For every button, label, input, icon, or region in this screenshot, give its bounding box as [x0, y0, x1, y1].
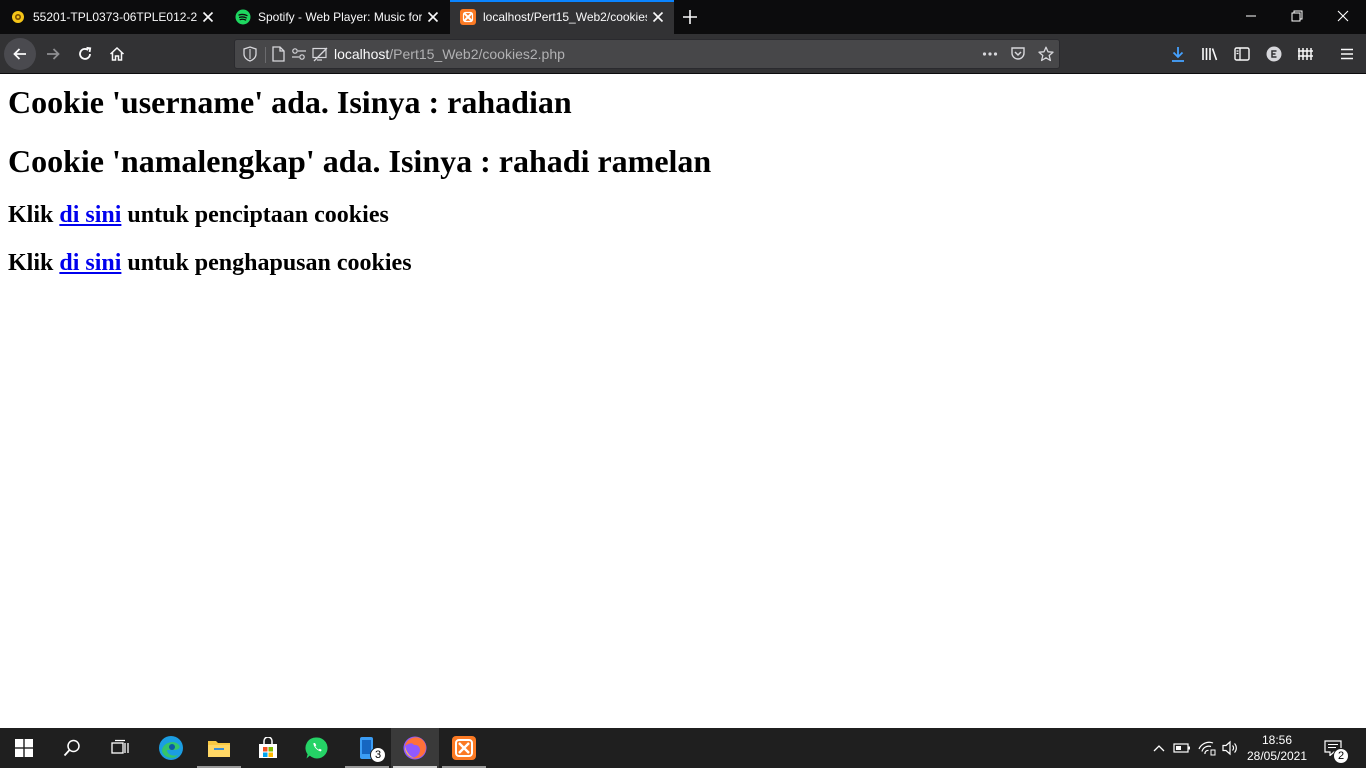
reload-button[interactable]	[69, 38, 101, 70]
create-cookies-line: Klik di sini untuk penciptaan cookies	[8, 201, 389, 229]
reload-icon	[79, 46, 92, 60]
tab-strip: 55201-TPL0373-06TPLE012-2021 Spotify - W…	[0, 0, 1366, 34]
tab-spotify[interactable]: Spotify - Web Player: Music for everyone	[225, 0, 449, 34]
extension-e-icon[interactable]	[1264, 44, 1284, 64]
hamburger-menu-icon[interactable]	[1337, 44, 1357, 64]
permissions-icon[interactable]	[291, 46, 307, 62]
url-text[interactable]: localhost/Pert15_Web2/cookies2.php	[334, 46, 565, 62]
delete-cookies-suffix: untuk penghapusan cookies	[121, 250, 412, 276]
search-button[interactable]	[48, 728, 96, 768]
home-icon	[109, 46, 125, 61]
navigation-toolbar: localhost/Pert15_Web2/cookies2.php	[0, 34, 1366, 74]
create-cookies-suffix: untuk penciptaan cookies	[121, 202, 389, 228]
page-content: Cookie 'username' ada. Isinya : rahadian…	[0, 74, 1366, 728]
cookie-username-heading: Cookie 'username' ada. Isinya : rahadian	[8, 84, 572, 120]
minimize-icon	[1246, 15, 1256, 17]
create-cookies-link[interactable]: di sini	[59, 202, 121, 228]
arrow-left-icon	[13, 48, 26, 60]
clock-date: 28/05/2021	[1246, 749, 1308, 763]
plus-icon	[683, 10, 697, 24]
pocket-icon[interactable]	[1010, 46, 1026, 62]
xampp-button[interactable]	[440, 728, 488, 768]
restore-button[interactable]	[1274, 0, 1320, 32]
phone-app-button[interactable]: 3	[343, 728, 391, 768]
tab-localhost[interactable]: localhost/Pert15_Web2/cookies2.php	[450, 0, 674, 34]
edge-button[interactable]	[147, 728, 195, 768]
xampp-icon	[452, 736, 476, 760]
close-tab-icon[interactable]	[650, 9, 666, 25]
spotify-favicon-icon	[235, 9, 251, 25]
firefox-icon	[403, 736, 427, 760]
back-button[interactable]	[4, 38, 36, 70]
taskbar-clock[interactable]: 18:56 28/05/2021	[1244, 732, 1310, 764]
forward-button[interactable]	[37, 38, 69, 70]
cookie-namalengkap-heading: Cookie 'namalengkap' ada. Isinya : rahad…	[8, 143, 712, 179]
tab-title: 55201-TPL0373-06TPLE012-2021	[33, 10, 197, 24]
task-view-button[interactable]	[96, 728, 144, 768]
close-icon	[1337, 10, 1349, 22]
start-icon	[15, 739, 33, 757]
clock-time: 18:56	[1261, 733, 1293, 747]
notification-badge: 2	[1333, 748, 1349, 764]
file-explorer-icon	[208, 741, 230, 757]
restore-icon	[1291, 10, 1303, 22]
page-actions-icon[interactable]	[982, 46, 998, 62]
url-host: localhost	[334, 46, 390, 62]
firefox-button[interactable]	[391, 728, 439, 768]
search-icon	[63, 739, 80, 757]
moodle-favicon-icon	[10, 9, 26, 25]
arrow-right-icon	[47, 48, 60, 60]
minimize-button[interactable]	[1228, 0, 1274, 32]
store-icon	[259, 737, 277, 758]
phone-app-badge: 3	[370, 747, 386, 763]
tab-moodle[interactable]: 55201-TPL0373-06TPLE012-2021	[0, 0, 224, 34]
home-button[interactable]	[101, 38, 133, 70]
tab-title: localhost/Pert15_Web2/cookies2.php	[483, 10, 647, 24]
xampp-favicon-icon	[460, 9, 476, 25]
whatsapp-icon	[305, 737, 328, 759]
close-tab-icon[interactable]	[200, 9, 216, 25]
delete-cookies-link[interactable]: di sini	[59, 250, 121, 276]
tab-title: Spotify - Web Player: Music for everyone	[258, 10, 422, 24]
library-icon[interactable]	[1200, 44, 1220, 64]
edge-icon	[159, 736, 183, 760]
close-tab-icon[interactable]	[425, 9, 441, 25]
new-tab-button[interactable]	[678, 5, 702, 29]
close-window-button[interactable]	[1320, 0, 1366, 32]
url-separator	[265, 47, 266, 63]
file-explorer-button[interactable]	[195, 728, 243, 768]
start-button[interactable]	[0, 728, 48, 768]
store-button[interactable]	[244, 728, 292, 768]
create-cookies-prefix: Klik	[8, 202, 60, 228]
volume-icon[interactable]	[1220, 738, 1240, 758]
whatsapp-button[interactable]	[293, 728, 341, 768]
autoplay-blocked-icon[interactable]	[312, 46, 328, 62]
tracking-shield-icon[interactable]	[242, 46, 258, 62]
extension-grid-icon[interactable]	[1296, 44, 1316, 64]
show-hidden-icons-chevron-icon[interactable]	[1149, 738, 1169, 758]
battery-icon[interactable]	[1172, 738, 1192, 758]
page-info-icon[interactable]	[270, 46, 286, 62]
task-view-icon	[111, 739, 129, 754]
bookmark-star-icon[interactable]	[1038, 46, 1054, 62]
sidebar-icon[interactable]	[1232, 44, 1252, 64]
address-bar[interactable]: localhost/Pert15_Web2/cookies2.php	[234, 39, 1060, 69]
url-path: /Pert15_Web2/cookies2.php	[389, 46, 565, 62]
windows-taskbar: 3 18:56 28/05/2021 2	[0, 728, 1366, 768]
delete-cookies-line: Klik di sini untuk penghapusan cookies	[8, 249, 412, 277]
delete-cookies-prefix: Klik	[8, 250, 60, 276]
wifi-icon[interactable]	[1197, 738, 1217, 758]
downloads-icon[interactable]	[1168, 44, 1188, 64]
